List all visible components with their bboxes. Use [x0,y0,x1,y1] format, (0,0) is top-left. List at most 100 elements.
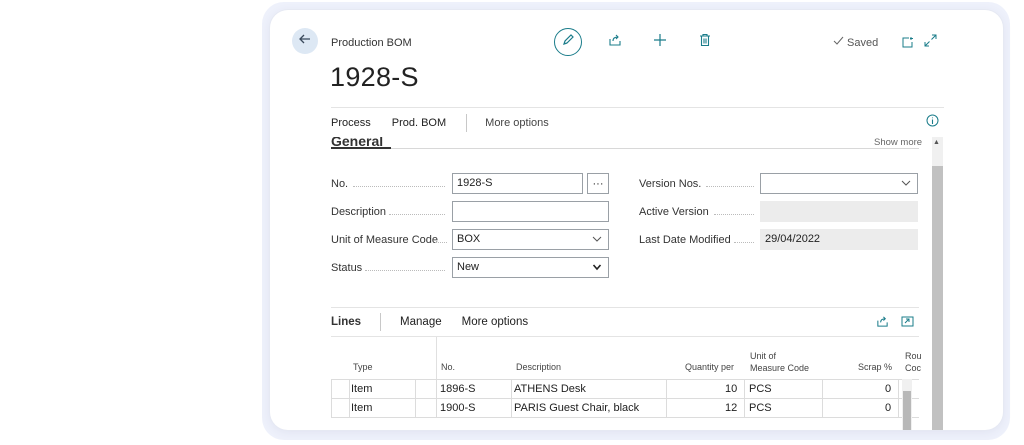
col-scrap[interactable]: Scrap % [858,362,892,372]
back-button[interactable] [292,28,318,54]
section-underline [331,147,391,149]
open-new-window-icon[interactable] [901,35,914,53]
uom-value: BOX [457,233,481,245]
col-description[interactable]: Description [516,362,561,372]
cell-type[interactable]: Item [351,383,372,395]
lines-manage-button[interactable]: Manage [400,316,442,328]
cell-no[interactable]: 1896-S [440,383,475,395]
version-nos-field[interactable] [760,173,918,194]
cell-divider [744,399,745,418]
info-icon[interactable] [926,114,939,132]
cell-divider [415,380,416,399]
cell-divider [349,399,350,418]
cell-divider [666,399,667,418]
cell-divider [331,399,332,418]
table-row[interactable] [331,417,919,430]
lines-more-options[interactable]: More options [462,316,528,328]
field-leader [435,242,447,243]
cell-quantity[interactable]: 12 [725,402,737,414]
no-assist-button[interactable]: ··· [587,173,609,194]
cell-no[interactable]: 1900-S [440,402,475,414]
table-row[interactable]: Item 1896-S ATHENS Desk 10 PCS 0 [331,379,919,399]
description-field[interactable] [452,201,609,222]
table-row[interactable]: Item 1900-S PARIS Guest Chair, black 12 … [331,398,919,418]
chevron-down-icon [901,178,911,191]
uom-label: Unit of Measure Code [331,234,438,246]
show-more-link[interactable]: Show more [874,137,922,148]
description-label: Description [331,206,387,218]
share-icon [608,33,622,52]
cell-divider [511,399,512,418]
version-nos-label: Version Nos. [639,178,702,190]
uom-field[interactable]: BOX [452,229,609,250]
open-in-page-icon[interactable] [901,315,914,333]
cell-divider [822,399,823,418]
cell-divider [415,399,416,418]
field-leader [714,214,754,215]
cell-quantity[interactable]: 10 [725,383,737,395]
cell-description[interactable]: ATHENS Desk [514,383,586,395]
cell-scrap[interactable]: 0 [885,402,891,414]
cell-divider [666,380,667,399]
col-type[interactable]: Type [353,362,373,372]
col-quantity[interactable]: Quantity per [685,362,734,372]
cell-divider [436,399,437,418]
field-leader [706,186,754,187]
lines-title[interactable]: Lines [331,316,361,328]
col-routing-line2[interactable]: Coc [905,363,921,373]
share-button[interactable] [603,28,627,56]
no-label: No. [331,178,349,190]
action-process[interactable]: Process [331,117,371,129]
cell-divider [331,380,332,399]
lines-grid-header: Type No. Description Quantity per Unit o… [331,337,922,379]
chevron-down-icon [592,262,602,275]
action-separator [380,313,382,331]
col-uom-line2[interactable]: Measure Code [750,363,809,373]
col-routing-line1[interactable]: Rou [905,351,922,361]
scroll-up-arrow-icon[interactable]: ▲ [933,139,940,146]
cell-uom[interactable]: PCS [749,402,772,414]
active-version-field [760,201,918,222]
col-uom-line1[interactable]: Unit of [750,351,776,361]
status-select[interactable]: New [452,257,609,278]
status-value: New [457,261,480,273]
last-modified-label: Last Date Modified [639,234,731,246]
edit-button[interactable] [554,28,582,56]
share-icon[interactable] [876,315,889,333]
page-action-bar: Process Prod. BOM More options [331,107,944,137]
trash-icon [698,33,712,52]
lines-scrollbar-thumb[interactable] [903,391,911,430]
pencil-icon [561,33,575,52]
cell-divider [822,380,823,399]
action-prod-bom[interactable]: Prod. BOM [392,117,446,129]
saved-status: Saved [833,36,878,49]
lines-action-bar: Lines Manage More options [331,307,919,337]
page-content: General Show more No. 1928-S ··· Descrip… [331,137,931,430]
col-no[interactable]: No. [441,362,455,372]
section-divider [331,148,919,149]
chevron-down-icon [592,234,602,247]
status-label: Status [331,262,363,274]
no-field[interactable]: 1928-S [452,173,583,194]
cell-uom[interactable]: PCS [749,383,772,395]
cell-description[interactable]: PARIS Guest Chair, black [514,402,639,414]
active-version-label: Active Version [639,206,709,218]
field-leader [734,242,754,243]
last-modified-field: 29/04/2022 [760,229,918,250]
expand-icon[interactable] [924,34,937,52]
cell-divider [744,380,745,399]
plus-icon [653,33,667,52]
column-divider [436,337,437,379]
cell-scrap[interactable]: 0 [885,383,891,395]
action-more-options[interactable]: More options [485,117,549,129]
arrow-left-icon [298,32,312,50]
production-bom-card: Production BOM 1928-S Saved Process Prod… [270,10,1003,430]
action-separator [466,113,468,132]
cell-divider [436,380,437,399]
add-button[interactable] [648,28,672,56]
page-caption: Production BOM [331,37,412,49]
delete-button[interactable] [693,28,717,56]
page-scrollbar-thumb[interactable] [932,166,943,430]
cell-type[interactable]: Item [351,402,372,414]
cell-divider [511,380,512,399]
